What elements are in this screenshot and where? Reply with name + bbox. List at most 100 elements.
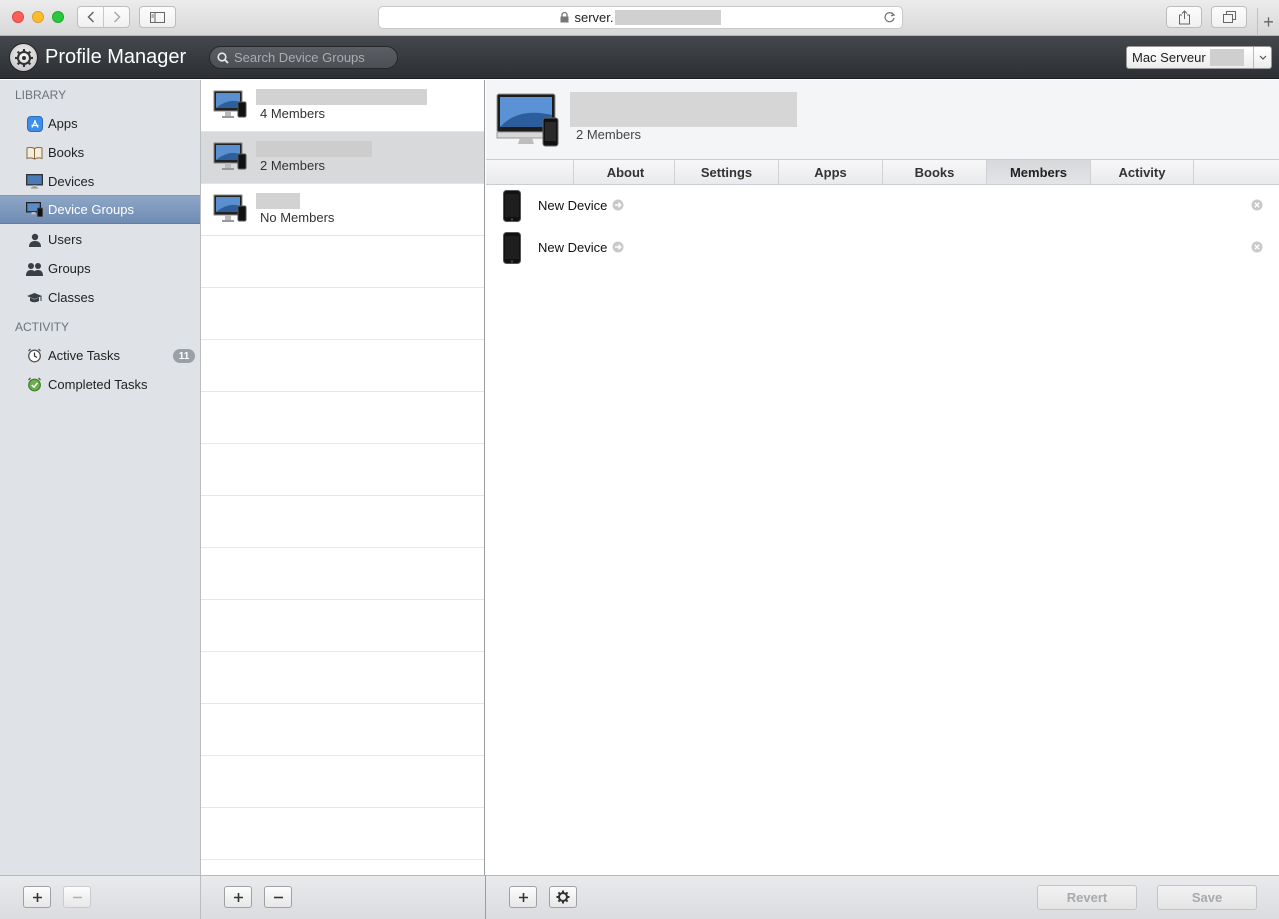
empty-row	[201, 704, 484, 756]
search-icon	[217, 51, 229, 64]
device-group-icon	[213, 194, 247, 222]
redacted-group-name	[256, 141, 372, 157]
active-tasks-count-badge: 11	[173, 349, 195, 363]
plus-icon	[518, 892, 528, 902]
device-group-list: 4 Members 2 Members No Members	[201, 80, 485, 875]
list-item[interactable]: 4 Members	[201, 80, 484, 132]
member-count: 4 Members	[260, 106, 326, 121]
gear-icon	[556, 890, 570, 904]
sidebar-item-classes[interactable]: Classes	[0, 283, 200, 312]
sidebar: LIBRARY Apps Books Devices Device Groups…	[0, 80, 201, 875]
member-count: 2 Members	[260, 158, 326, 173]
remove-device-group-button[interactable]	[264, 886, 292, 908]
redacted-hostname	[614, 10, 721, 25]
sidebar-bottom-bar	[0, 875, 201, 919]
revert-button[interactable]: Revert	[1037, 885, 1137, 910]
library-heading: LIBRARY	[15, 88, 67, 102]
forward-button[interactable]	[103, 7, 129, 27]
remove-library-item-button[interactable]	[63, 886, 91, 908]
tab-activity[interactable]: Activity	[1090, 160, 1194, 184]
app-store-icon	[26, 115, 43, 132]
sidebar-toggle-button[interactable]	[139, 6, 176, 28]
empty-row	[201, 288, 484, 340]
detail-header: 2 Members	[486, 80, 1279, 159]
tab-members[interactable]: Members	[986, 160, 1090, 184]
redacted-group-name	[256, 89, 427, 105]
device-group-icon	[213, 142, 247, 170]
back-button[interactable]	[78, 7, 103, 27]
zoom-window-button[interactable]	[52, 11, 64, 23]
share-icon	[1178, 9, 1190, 24]
book-icon	[26, 144, 43, 161]
action-menu-button[interactable]	[549, 886, 577, 908]
sidebar-item-completed-tasks[interactable]: Completed Tasks	[0, 370, 200, 399]
plus-icon	[233, 892, 243, 902]
add-member-button[interactable]	[509, 886, 537, 908]
empty-row	[201, 756, 484, 808]
sidebar-item-label: Device Groups	[48, 202, 134, 217]
search-input[interactable]	[234, 50, 389, 65]
display-icon	[26, 173, 43, 190]
history-nav	[77, 6, 130, 28]
list-item[interactable]: 2 Members	[201, 132, 484, 184]
device-group-icon	[26, 201, 43, 218]
minus-icon	[273, 896, 283, 898]
tab-about[interactable]: About	[573, 160, 677, 184]
device-group-detail: 2 Members About Settings Apps Books Memb…	[486, 80, 1279, 875]
address-bar[interactable]: server.	[378, 6, 903, 29]
sidebar-item-device-groups[interactable]: Device Groups	[0, 195, 200, 224]
arrow-right-circle-icon[interactable]	[612, 241, 624, 253]
lock-icon	[560, 12, 569, 23]
dropdown-toggle[interactable]	[1253, 47, 1271, 68]
reload-icon[interactable]	[883, 11, 896, 24]
new-tab-button[interactable]: +	[1257, 8, 1279, 36]
empty-row	[201, 236, 484, 288]
sidebar-icon	[150, 11, 165, 23]
tab-books[interactable]: Books	[882, 160, 986, 184]
sidebar-item-books[interactable]: Books	[0, 138, 200, 167]
remove-member-icon[interactable]	[1251, 241, 1263, 253]
add-library-item-button[interactable]	[23, 886, 51, 908]
sidebar-item-users[interactable]: Users	[0, 225, 200, 254]
table-row[interactable]: New Device	[486, 227, 1279, 269]
graduation-cap-icon	[26, 289, 43, 306]
user-icon	[26, 231, 43, 248]
iphone-icon	[503, 190, 521, 222]
sidebar-item-apps[interactable]: Apps	[0, 109, 200, 138]
iphone-icon	[503, 232, 521, 264]
sidebar-item-active-tasks[interactable]: Active Tasks 11	[0, 341, 200, 370]
profile-manager-logo	[9, 43, 38, 72]
gear-icon	[14, 48, 33, 67]
redacted-group-title	[570, 92, 797, 127]
sidebar-item-groups[interactable]: Groups	[0, 254, 200, 283]
save-button[interactable]: Save	[1157, 885, 1257, 910]
empty-row	[201, 808, 484, 860]
remove-member-icon[interactable]	[1251, 199, 1263, 211]
close-window-button[interactable]	[12, 11, 24, 23]
table-row[interactable]: New Device	[486, 185, 1279, 227]
list-item[interactable]: No Members	[201, 184, 484, 236]
share-button[interactable]	[1166, 6, 1202, 28]
tabs-overview-button[interactable]	[1211, 6, 1247, 28]
empty-row	[201, 652, 484, 704]
sidebar-item-label: Classes	[48, 290, 95, 305]
clock-icon	[26, 347, 43, 364]
arrow-right-circle-icon[interactable]	[612, 199, 624, 211]
device-group-large-icon	[496, 93, 559, 147]
add-device-group-button[interactable]	[224, 886, 252, 908]
sidebar-item-label: Devices	[48, 174, 95, 189]
member-name: New Device	[538, 240, 608, 255]
tab-apps[interactable]: Apps	[778, 160, 882, 184]
search-box[interactable]	[209, 46, 398, 69]
sidebar-item-label: Apps	[48, 116, 78, 131]
minus-icon	[72, 896, 82, 898]
minimize-window-button[interactable]	[32, 11, 44, 23]
member-count: No Members	[260, 210, 335, 225]
app-header: Profile Manager Mac Serveur	[0, 36, 1279, 79]
activity-heading: ACTIVITY	[15, 320, 70, 334]
member-name: New Device	[538, 198, 608, 213]
sidebar-item-devices[interactable]: Devices	[0, 167, 200, 196]
server-menu[interactable]: Mac Serveur	[1126, 46, 1272, 69]
plus-icon	[32, 892, 42, 902]
tab-settings[interactable]: Settings	[674, 160, 778, 184]
